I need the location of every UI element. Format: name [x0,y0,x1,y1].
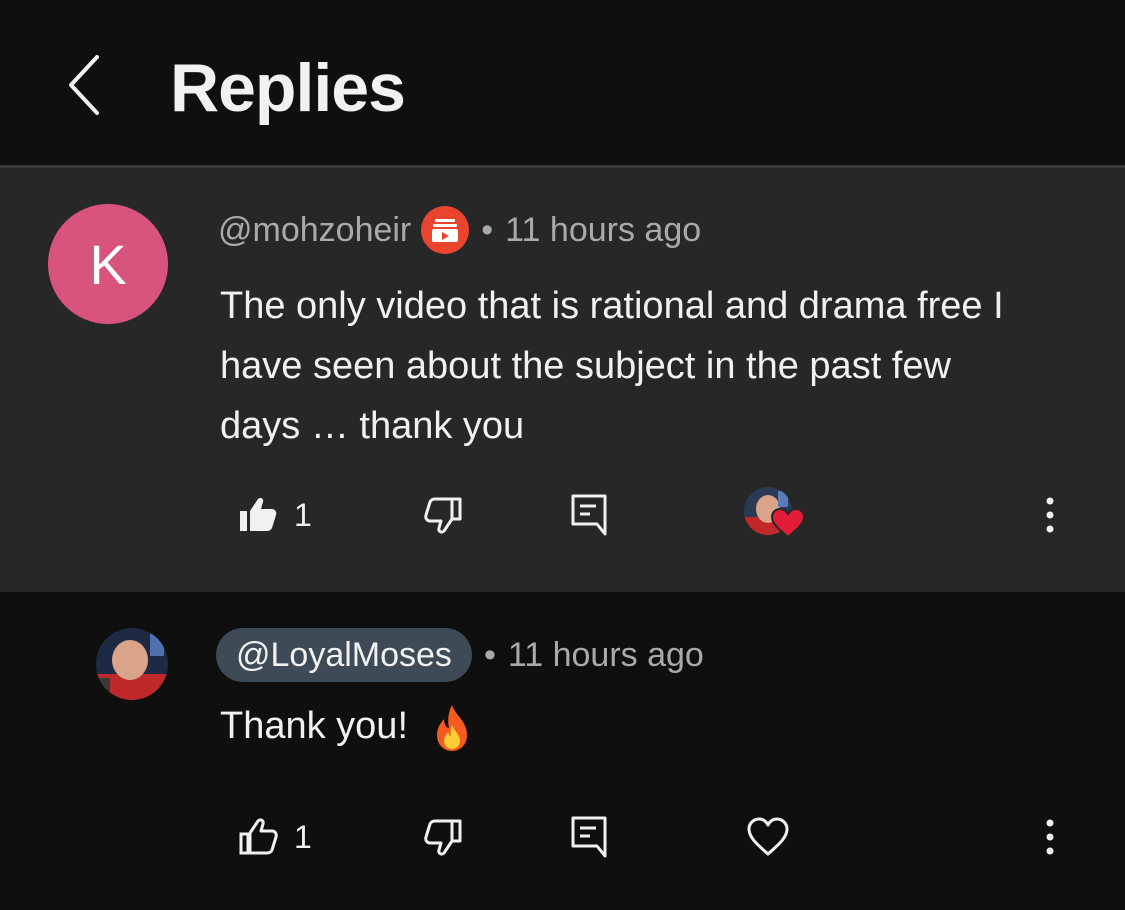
reply-comment-icon [571,494,607,536]
more-vert-icon [1046,497,1054,533]
comment-meta: @mohzoheir • 11 hours ago [218,206,701,254]
more-options-button[interactable] [1040,802,1060,872]
like-button[interactable]: 1 [238,802,312,872]
comment-author[interactable]: @LoyalMoses [216,628,472,682]
reply-comment: @LoyalMoses • 11 hours ago Thank you! 1 [0,592,1125,910]
comment-text: Thank you! [220,696,1040,756]
creator-heart [744,480,808,550]
page-title: Replies [170,50,406,126]
comment-text: The only video that is rational and dram… [220,285,1004,447]
avatar-letter: K [89,232,127,296]
parent-comment: K @mohzoheir • 11 hours ago The only vid… [0,168,1125,592]
heart-outline-icon [747,817,789,856]
like-count: 1 [294,818,312,855]
fire-emoji-icon [436,704,467,751]
comment-meta: @LoyalMoses • 11 hours ago [216,628,704,682]
heart-icon [770,507,806,539]
comment-timestamp: 11 hours ago [505,210,702,249]
reply-button[interactable] [570,802,610,872]
avatar[interactable]: K [48,204,168,324]
meta-separator: • [481,210,494,249]
more-vert-icon [1046,819,1054,855]
heart-button[interactable] [746,802,790,872]
comment-author[interactable]: @mohzoheir [218,211,411,250]
chevron-left-icon [69,55,99,115]
comment-actions: 1 [0,802,1125,872]
comment-timestamp: 11 hours ago [507,635,704,674]
meta-separator: • [483,635,496,674]
comment-actions: 1 [0,480,1125,550]
like-count: 1 [294,496,312,533]
thumbs-down-icon [424,497,462,534]
thumbs-down-icon [424,819,462,856]
member-badge-icon [421,206,470,254]
back-button[interactable] [50,45,120,125]
more-options-button[interactable] [1040,480,1060,550]
dislike-button[interactable] [424,802,464,872]
dislike-button[interactable] [424,480,464,550]
reply-button[interactable] [570,480,610,550]
header-bar: Replies [0,0,1125,165]
thumbs-up-filled-icon [240,498,277,531]
thumbs-up-icon [239,818,278,855]
avatar[interactable] [96,628,168,700]
reply-text: Thank you! [220,705,408,747]
reply-comment-icon [571,816,607,858]
like-button[interactable]: 1 [238,480,312,550]
